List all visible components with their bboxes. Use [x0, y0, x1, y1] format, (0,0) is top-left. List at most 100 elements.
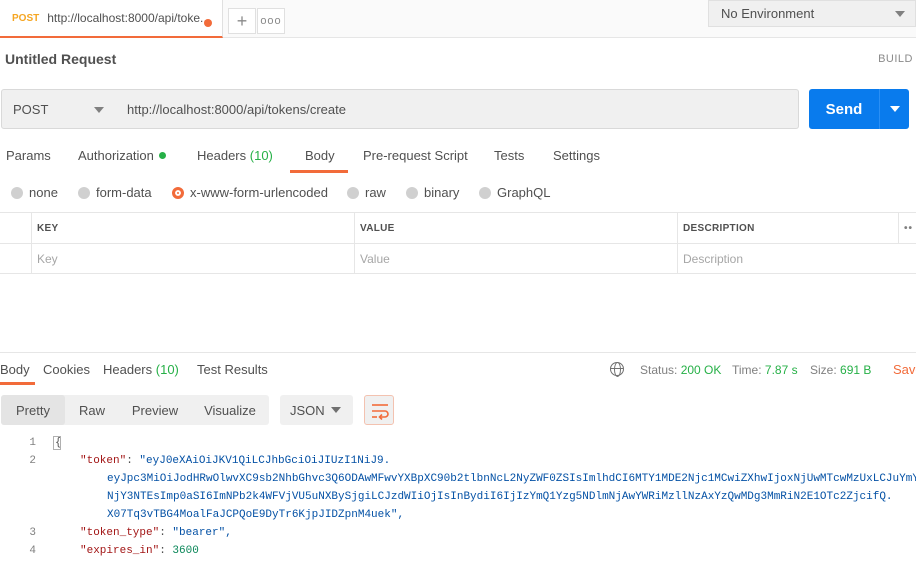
globe-icon[interactable] — [610, 362, 624, 377]
line-number: 2 — [29, 455, 36, 467]
size-label: Size: — [810, 363, 837, 377]
view-preview-button[interactable]: Preview — [119, 395, 191, 425]
bracket-match-highlight — [53, 436, 61, 450]
new-tab-button[interactable]: + — [228, 8, 256, 34]
line-number: 1 — [29, 437, 36, 449]
tab-options-button[interactable]: ooo — [257, 8, 285, 34]
radio-form-data-label: form-data — [96, 185, 152, 200]
view-pretty-button[interactable]: Pretty — [1, 395, 65, 425]
radio-binary-label: binary — [424, 185, 460, 200]
radio-raw[interactable]: raw — [347, 185, 386, 200]
time-info[interactable]: Time: 7.87 s — [732, 363, 798, 377]
response-tab-cookies[interactable]: Cookies — [43, 362, 90, 377]
chevron-down-icon — [895, 11, 905, 17]
json-string: "bearer", — [172, 527, 232, 539]
tab-headers-count: (10) — [249, 148, 273, 163]
json-string: "eyJ0eXAiOiJKV1QiLCJhbGciOiJIUzI1NiJ9. — [139, 455, 391, 467]
active-tab-indicator — [290, 170, 348, 173]
tab-authorization[interactable]: Authorization — [78, 148, 166, 163]
status-badge: 200 OK — [680, 363, 722, 377]
send-button[interactable]: Send — [809, 89, 879, 129]
code-line-wrapped: NjY3NTEsImp0aSI6ImNPb2k4WFVjVU5uNXBySjgi… — [107, 491, 893, 503]
line-number: 4 — [29, 545, 36, 557]
response-view-mode-group: Pretty Raw Preview Visualize — [1, 395, 269, 425]
unsaved-changes-dot-icon — [204, 19, 212, 27]
request-url-input[interactable] — [116, 89, 799, 129]
radio-raw-label: raw — [365, 185, 386, 200]
wrap-lines-icon — [372, 404, 389, 420]
size-info[interactable]: Size: 691 B — [810, 363, 871, 377]
tab-pre-request-script[interactable]: Pre-request Script — [363, 148, 468, 163]
response-tab-test-results[interactable]: Test Results — [197, 362, 268, 377]
key-input[interactable]: Key — [31, 244, 355, 274]
table-header-row: KEY VALUE DESCRIPTION •• — [0, 212, 916, 243]
wrap-lines-button[interactable] — [364, 395, 394, 425]
tab-authorization-label: Authorization — [78, 148, 154, 163]
tab-headers-label: Headers — [197, 148, 247, 163]
response-format-value: JSON — [290, 402, 325, 418]
response-tab-headers-label: Headers — [103, 362, 153, 377]
chevron-down-icon — [331, 407, 341, 413]
json-key: "token_type" — [80, 527, 160, 539]
response-body-code[interactable]: 1 { 2 "token": "eyJ0eXAiOiJKV1QiLCJhbGci… — [0, 435, 916, 562]
column-header-key: KEY — [31, 213, 355, 243]
radio-circle-icon — [479, 186, 491, 199]
body-params-table: KEY VALUE DESCRIPTION •• Key Value Descr… — [0, 212, 916, 274]
request-tab-method: POST — [12, 12, 40, 24]
active-response-tab-indicator — [0, 382, 35, 385]
radio-graphql[interactable]: GraphQL — [479, 185, 550, 200]
tab-headers[interactable]: Headers (10) — [197, 148, 273, 163]
table-row: Key Value Description — [0, 243, 916, 274]
request-tab-url: http://localhost:8000/api/toke... — [47, 11, 211, 25]
more-horizontal-icon: •• — [904, 222, 914, 234]
value-input[interactable]: Value — [354, 244, 677, 274]
response-tab-headers[interactable]: Headers (10) — [103, 362, 179, 377]
build-mode-label[interactable]: BUILD — [878, 53, 913, 65]
response-tab-headers-count: (10) — [155, 362, 179, 377]
radio-circle-icon — [347, 186, 359, 199]
status-info[interactable]: Status: 200 OK — [640, 363, 721, 377]
request-title[interactable]: Untitled Request — [5, 51, 116, 67]
code-line: "expires_in": 3600 — [80, 545, 199, 557]
tab-tests[interactable]: Tests — [494, 148, 524, 163]
code-line-wrapped: X07Tq3vTBG4MoalFaJCPQoE9DyTr6KjpJIDZpnM4… — [107, 509, 405, 521]
tab-settings[interactable]: Settings — [553, 148, 600, 163]
status-dot-icon — [158, 152, 166, 159]
tab-params[interactable]: Params — [6, 148, 51, 163]
radio-binary[interactable]: binary — [406, 185, 459, 200]
environment-select[interactable]: No Environment — [708, 0, 916, 27]
radio-form-data[interactable]: form-data — [78, 185, 152, 200]
response-tab-body[interactable]: Body — [0, 362, 30, 377]
radio-selected-icon — [172, 186, 184, 199]
chevron-down-icon — [890, 106, 900, 112]
time-label: Time: — [732, 363, 762, 377]
time-value: 7.87 s — [764, 363, 798, 377]
more-horizontal-icon: ooo — [260, 15, 282, 27]
radio-circle-icon — [78, 186, 90, 199]
radio-circle-icon — [406, 186, 418, 199]
radio-none[interactable]: none — [11, 185, 58, 200]
radio-none-label: none — [29, 185, 58, 200]
json-key: "token" — [80, 455, 127, 467]
radio-urlencoded-label: x-www-form-urlencoded — [190, 185, 328, 200]
response-header: Body Cookies Headers (10) Test Results S… — [0, 352, 916, 385]
http-method-select[interactable]: POST — [1, 89, 117, 129]
status-label: Status: — [640, 363, 678, 377]
environment-selected: No Environment — [721, 6, 815, 21]
description-input[interactable]: Description — [677, 244, 916, 274]
view-raw-button[interactable]: Raw — [65, 395, 119, 425]
tab-body[interactable]: Body — [305, 148, 335, 163]
send-options-button[interactable] — [879, 89, 909, 129]
radio-graphql-label: GraphQL — [497, 185, 551, 200]
response-format-select[interactable]: JSON — [280, 395, 353, 425]
view-visualize-button[interactable]: Visualize — [191, 395, 269, 425]
http-method-value: POST — [13, 101, 49, 117]
radio-circle-icon — [11, 186, 23, 199]
tab-strip: POST http://localhost:8000/api/toke... +… — [0, 0, 916, 38]
request-tab[interactable]: POST http://localhost:8000/api/toke... — [0, 0, 223, 38]
line-number: 3 — [29, 527, 36, 539]
radio-urlencoded[interactable]: x-www-form-urlencoded — [172, 185, 328, 200]
column-header-value: VALUE — [354, 213, 677, 243]
save-response-button[interactable]: Save — [893, 362, 916, 377]
table-options-button[interactable]: •• — [898, 213, 916, 243]
